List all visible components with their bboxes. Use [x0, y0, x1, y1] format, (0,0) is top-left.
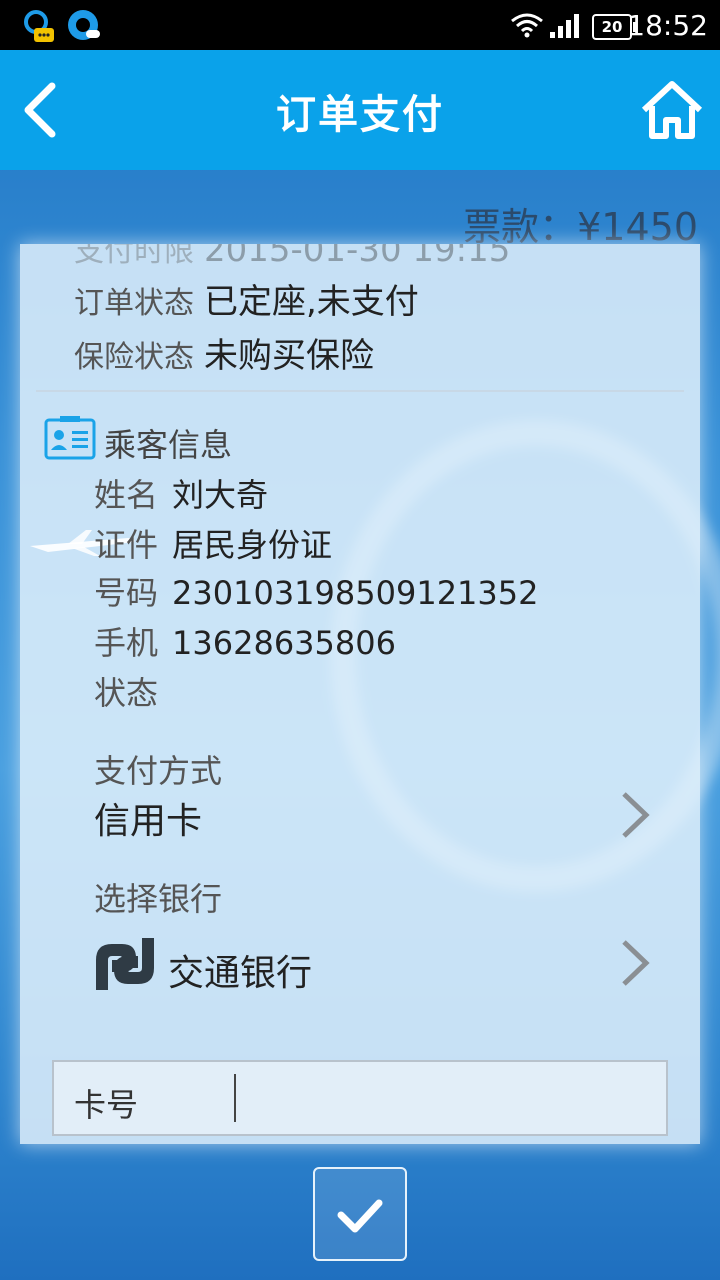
payment-deadline-label: 支付时限	[74, 244, 194, 269]
payment-method-selector[interactable]: 信用卡	[20, 784, 700, 848]
section-divider	[36, 390, 684, 392]
order-status-row: 订单状态 已定座,未支付	[74, 274, 419, 323]
chevron-right-icon	[622, 940, 650, 986]
bocom-logo-icon	[96, 938, 154, 990]
phone-row: 手机 13628635806	[94, 618, 396, 664]
page-title: 订单支付	[276, 92, 444, 138]
order-status-value: 已定座,未支付	[204, 282, 419, 322]
id-type-row: 证件 居民身份证	[94, 520, 332, 566]
id-card-icon	[44, 416, 96, 460]
status-time: 18:52	[627, 9, 708, 42]
insurance-status-row: 保险状态 未购买保险	[74, 328, 374, 377]
card-number-input[interactable]	[246, 1072, 650, 1124]
insurance-status-label: 保险状态	[74, 340, 194, 375]
order-card: 支付时限 2015-01-30 19:15 订单状态 已定座,未支付 保险状态 未购买…	[20, 244, 700, 1144]
card-number-field: 卡号	[52, 1060, 668, 1136]
passenger-state-row: 状态	[94, 668, 172, 714]
qq-icon	[24, 10, 54, 42]
phone-value: 13628635806	[172, 624, 396, 662]
payment-deadline-value: 2015-01-30 19:15	[204, 244, 511, 270]
checkmark-icon	[337, 1199, 383, 1233]
passenger-name-row: 姓名 刘大奇	[94, 470, 268, 516]
signal-icon	[550, 14, 579, 38]
id-number-label: 号码	[94, 574, 159, 612]
id-number-value: 230103198509121352	[172, 574, 539, 612]
status-bar: 20 18:52	[0, 0, 720, 50]
bank-name: 交通银行	[168, 953, 313, 994]
bank-select-label: 选择银行	[94, 880, 223, 918]
chevron-right-icon	[622, 792, 650, 838]
insurance-status-value: 未购买保险	[204, 336, 374, 376]
input-cursor	[234, 1074, 236, 1122]
home-icon	[641, 81, 703, 139]
payment-deadline-row: 支付时限 2015-01-30 19:15	[74, 244, 510, 270]
phone-label: 手机	[94, 624, 159, 662]
bank-selector[interactable]: 交通银行	[20, 924, 700, 1004]
wifi-icon	[511, 13, 543, 38]
battery-icon: 20	[592, 14, 636, 40]
browser-icon	[68, 10, 100, 40]
card-number-label: 卡号	[74, 1086, 139, 1124]
id-type-value: 居民身份证	[172, 526, 333, 564]
confirm-button[interactable]	[313, 1167, 407, 1261]
home-button[interactable]	[640, 80, 704, 140]
payment-method-value: 信用卡	[94, 801, 203, 842]
top-nav-bar: 订单支付	[0, 50, 720, 170]
id-type-label: 证件	[94, 526, 159, 564]
id-number-row: 号码 230103198509121352	[94, 568, 538, 614]
passenger-state-label: 状态	[94, 674, 159, 712]
passenger-section-title: 乘客信息	[104, 426, 233, 464]
passenger-name-value: 刘大奇	[172, 476, 269, 514]
order-status-label: 订单状态	[74, 286, 194, 321]
fare-total: 票款：¥1450	[463, 205, 698, 249]
passenger-name-label: 姓名	[94, 476, 159, 514]
